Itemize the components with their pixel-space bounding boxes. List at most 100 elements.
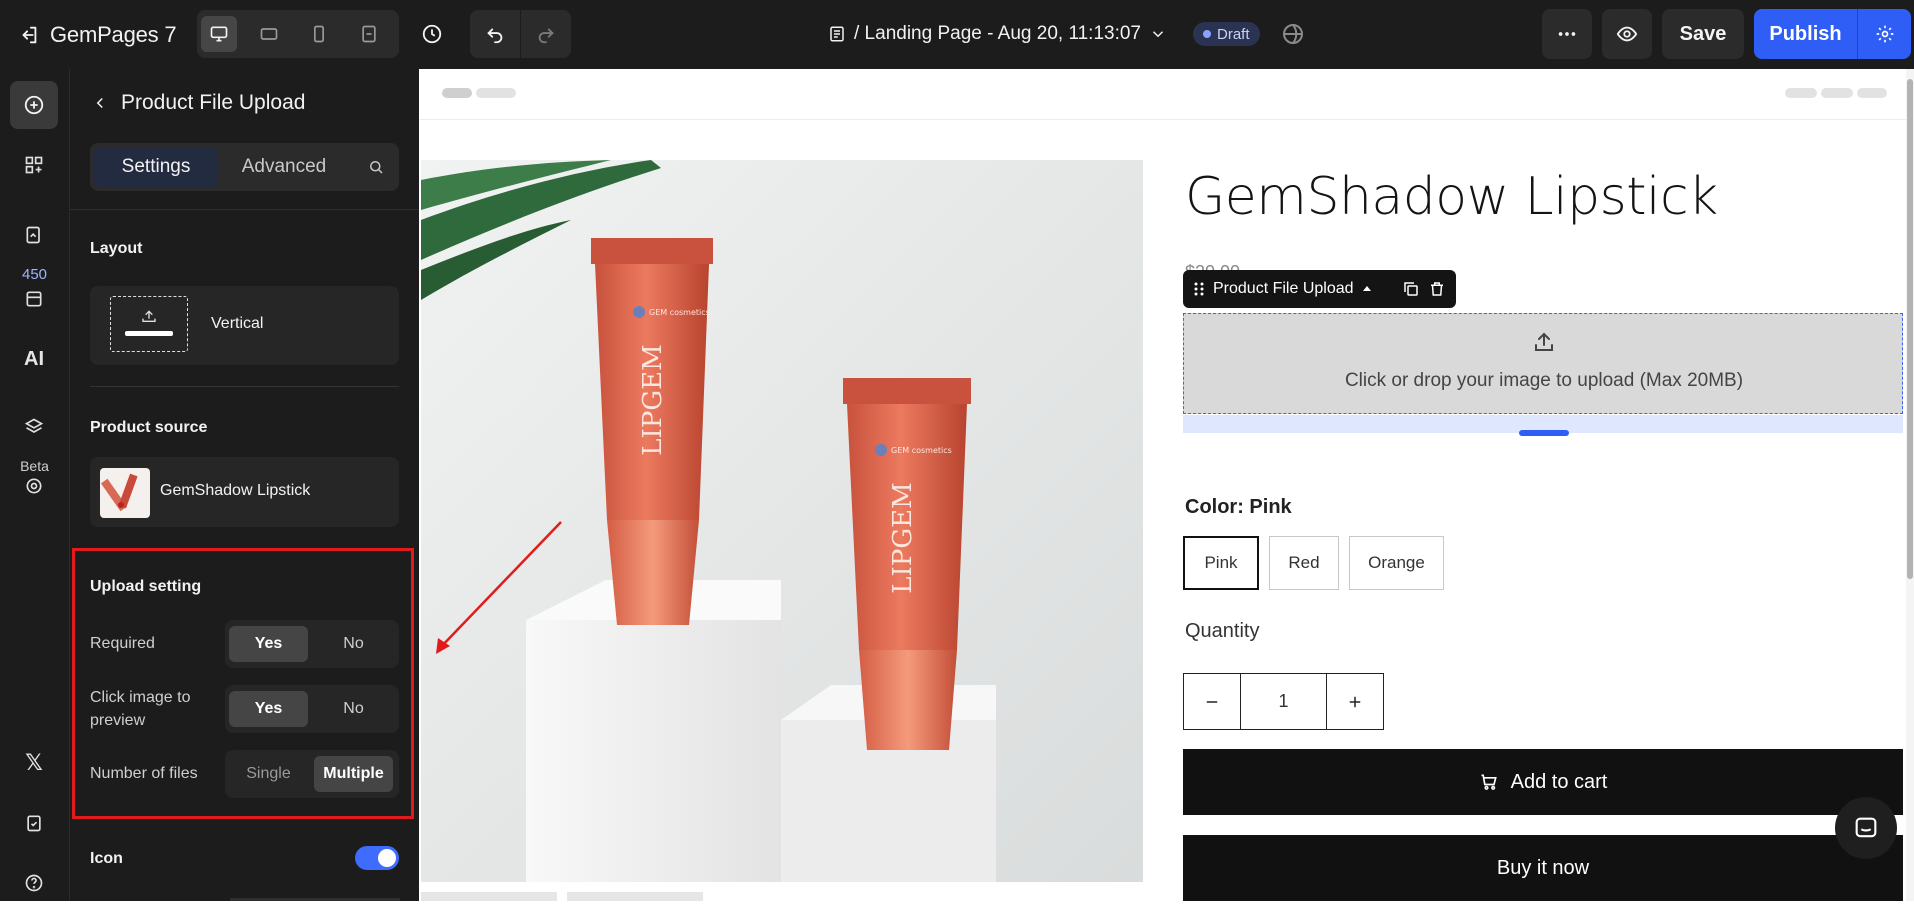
upload-instruction: Click or drop your image to upload (Max … bbox=[1344, 370, 1744, 391]
quantity-increase-button[interactable] bbox=[1327, 674, 1383, 729]
scrollbar-thumb[interactable] bbox=[1907, 79, 1913, 579]
product-thumbnail-2[interactable] bbox=[567, 892, 703, 901]
product-title: GemShadow Lipstick bbox=[1185, 167, 1718, 227]
add-to-cart-button[interactable]: Add to cart bbox=[1183, 749, 1903, 815]
layers-button[interactable] bbox=[10, 403, 58, 451]
tube-brand-text-2: LIPGEM bbox=[888, 482, 918, 593]
upload-icon bbox=[1532, 330, 1556, 354]
panel-tabs: Settings Advanced bbox=[90, 143, 399, 191]
sections-button[interactable] bbox=[10, 141, 58, 189]
clock-icon bbox=[421, 23, 443, 45]
cart-icon bbox=[1479, 772, 1499, 792]
icon-toggle[interactable] bbox=[355, 846, 399, 870]
color-label: Color: Pink bbox=[1185, 496, 1292, 518]
device-switcher bbox=[197, 10, 399, 58]
undo-icon bbox=[484, 23, 506, 45]
history-button[interactable] bbox=[412, 14, 452, 54]
globe-sync-button[interactable] bbox=[1281, 22, 1305, 46]
custom-device-icon bbox=[359, 24, 379, 44]
layers-icon bbox=[24, 417, 44, 437]
publish-button[interactable]: Publish bbox=[1754, 23, 1857, 46]
status-label: Draft bbox=[1217, 25, 1250, 43]
icon-section-label: Icon bbox=[90, 850, 123, 867]
x-integration-button[interactable]: 𝕏 bbox=[10, 739, 58, 787]
tab-settings[interactable]: Settings bbox=[94, 147, 218, 187]
drag-handle-icon[interactable] bbox=[1193, 281, 1205, 297]
page-icon bbox=[828, 25, 846, 43]
more-options-button[interactable] bbox=[1542, 9, 1592, 59]
gear-icon bbox=[1875, 24, 1895, 44]
caret-up-icon[interactable] bbox=[1362, 284, 1372, 294]
x-brand-icon: 𝕏 bbox=[25, 750, 43, 775]
color-option-pink[interactable]: Pink bbox=[1183, 536, 1259, 590]
file-upload-dropzone[interactable]: Click or drop your image to upload (Max … bbox=[1183, 313, 1903, 414]
tab-advanced[interactable]: Advanced bbox=[222, 147, 346, 187]
nav-placeholder bbox=[1821, 88, 1853, 98]
search-settings-button[interactable] bbox=[358, 147, 394, 187]
layout-value: Vertical bbox=[211, 315, 264, 332]
publish-button-group: Publish bbox=[1754, 9, 1911, 59]
color-option-red[interactable]: Red bbox=[1269, 536, 1339, 590]
quantity-stepper: 1 bbox=[1183, 673, 1384, 730]
preview-button[interactable] bbox=[1602, 9, 1652, 59]
buy-now-button[interactable]: Buy it now bbox=[1183, 835, 1903, 901]
section-divider bbox=[90, 386, 399, 387]
page-canvas: LIPGEM GEM cosmetics LIPGEM GEM cosmetic… bbox=[420, 69, 1914, 901]
plus-circle-icon bbox=[23, 94, 45, 116]
canvas-scrollbar[interactable] bbox=[1906, 69, 1914, 901]
checklist-button[interactable] bbox=[10, 799, 58, 847]
nav-placeholder bbox=[1785, 88, 1817, 98]
add-element-button[interactable] bbox=[10, 81, 58, 129]
layout-selector[interactable]: Vertical bbox=[90, 286, 399, 365]
plus-icon bbox=[1346, 693, 1364, 711]
ai-button[interactable]: AI bbox=[10, 335, 58, 383]
mobile-view-button[interactable] bbox=[301, 16, 337, 52]
chat-icon bbox=[1852, 814, 1880, 842]
element-toolbar-label[interactable]: Product File Upload bbox=[1213, 280, 1354, 298]
trash-icon[interactable] bbox=[1428, 280, 1446, 298]
product-thumbnail-1[interactable] bbox=[421, 892, 557, 901]
quantity-value[interactable]: 1 bbox=[1240, 674, 1327, 729]
help-circle-icon bbox=[24, 873, 44, 893]
pages-button[interactable] bbox=[10, 211, 58, 259]
eye-icon bbox=[1616, 23, 1638, 45]
resize-handle[interactable] bbox=[1519, 430, 1569, 436]
status-dot bbox=[1203, 30, 1211, 38]
upload-setting-highlight bbox=[72, 548, 414, 819]
back-button[interactable] bbox=[88, 91, 112, 115]
product-image[interactable]: LIPGEM GEM cosmetics LIPGEM GEM cosmetic… bbox=[421, 160, 1143, 882]
product-source-picker[interactable]: GemShadow Lipstick bbox=[90, 457, 399, 527]
color-option-orange[interactable]: Orange bbox=[1349, 536, 1444, 590]
tablet-landscape-button[interactable] bbox=[251, 16, 287, 52]
app-logo-text: GemPages 7 bbox=[50, 22, 177, 47]
save-button[interactable]: Save bbox=[1662, 9, 1744, 59]
page-title-selector[interactable]: / Landing Page - Aug 20, 11:13:07 bbox=[828, 18, 1167, 50]
header-placeholder bbox=[420, 69, 1914, 120]
quantity-label: Quantity bbox=[1185, 620, 1260, 642]
chevron-down-icon bbox=[1149, 25, 1167, 43]
ai-icon: AI bbox=[24, 347, 44, 370]
help-button[interactable] bbox=[10, 859, 58, 907]
more-horizontal-icon bbox=[1556, 23, 1578, 45]
left-rail: 450 AI Beta 𝕏 bbox=[0, 69, 70, 901]
quantity-decrease-button[interactable] bbox=[1184, 674, 1240, 729]
buy-now-label: Buy it now bbox=[1496, 856, 1590, 879]
element-toolbar: Product File Upload bbox=[1183, 270, 1456, 308]
apps-button[interactable] bbox=[10, 275, 58, 323]
desktop-view-button[interactable] bbox=[201, 16, 237, 52]
target-icon bbox=[24, 476, 44, 496]
duplicate-icon[interactable] bbox=[1402, 280, 1420, 298]
exit-editor-button[interactable]: GemPages 7 bbox=[18, 17, 177, 53]
tube-brand-text: LIPGEM bbox=[638, 344, 668, 455]
analytics-button[interactable] bbox=[10, 462, 58, 510]
custom-view-button[interactable] bbox=[351, 16, 387, 52]
publish-settings-button[interactable] bbox=[1858, 24, 1911, 44]
panel-title: Product File Upload bbox=[121, 91, 306, 114]
nav-placeholder bbox=[1857, 88, 1887, 98]
undo-button[interactable] bbox=[470, 10, 520, 58]
apps-icon bbox=[24, 289, 44, 309]
minus-icon bbox=[1203, 693, 1221, 711]
chat-support-button[interactable] bbox=[1835, 797, 1897, 859]
redo-button[interactable] bbox=[521, 10, 571, 58]
pages-icon bbox=[24, 225, 44, 245]
